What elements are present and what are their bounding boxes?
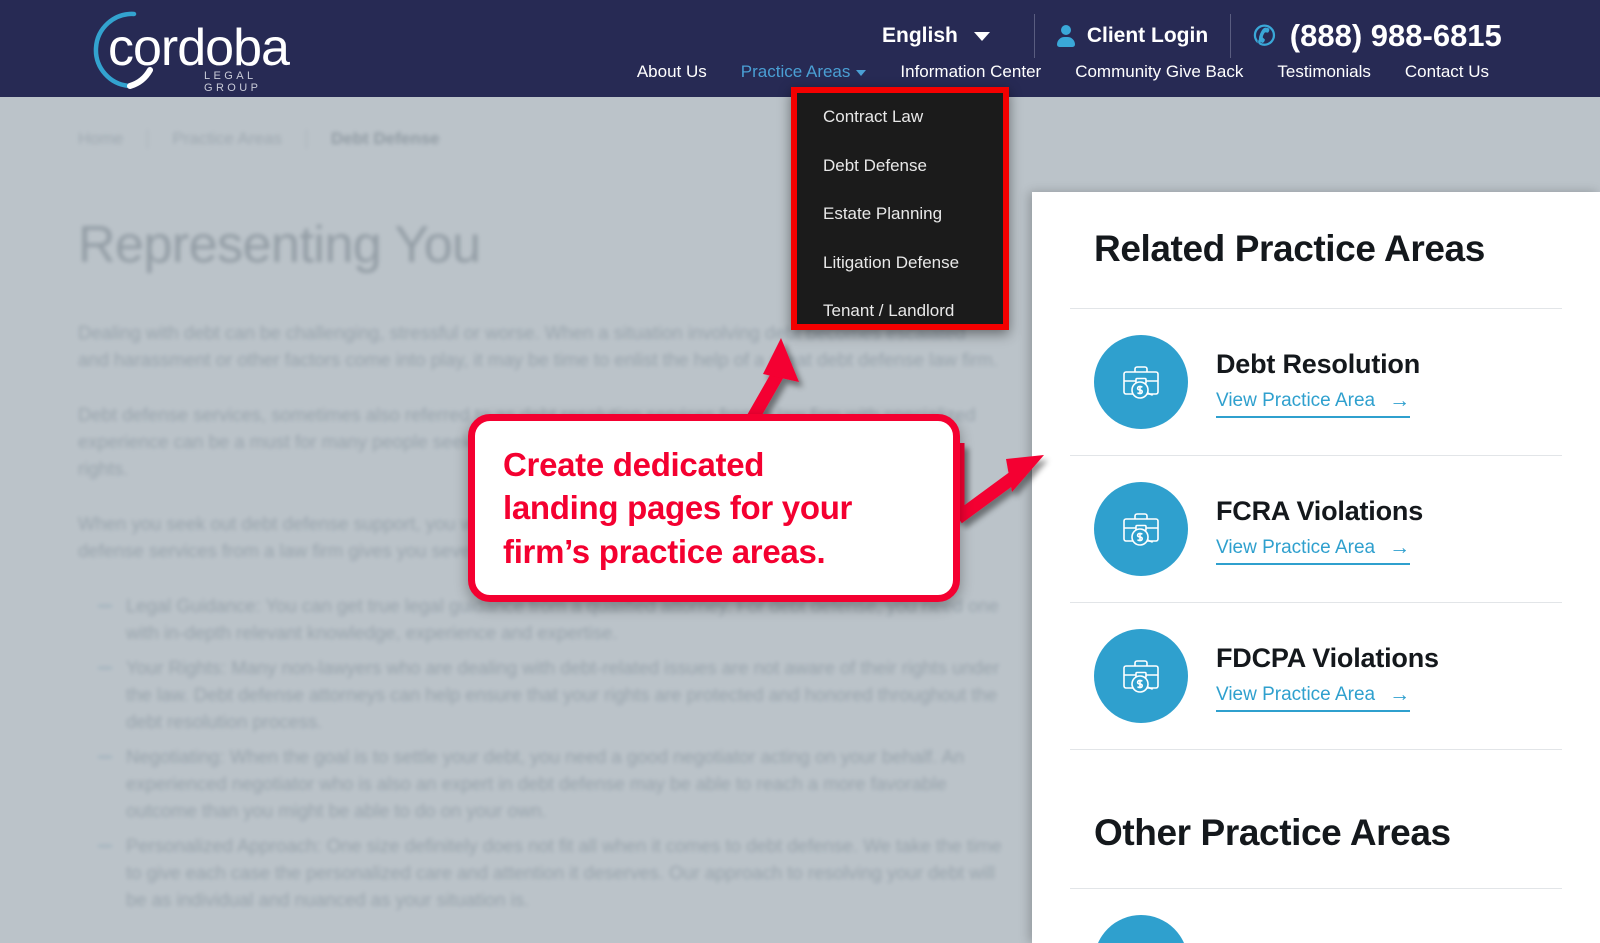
nav-item-practice-areas[interactable]: Practice Areas (724, 62, 884, 82)
annotation-callout: Create dedicated landing pages for your … (468, 414, 960, 602)
chevron-down-icon (973, 31, 990, 41)
view-practice-area-label: View Practice Area (1216, 683, 1376, 705)
related-practice-areas-panel: Related Practice Areas Debt Resolution V… (1032, 192, 1600, 943)
logo[interactable]: cordoba LEGAL GROUP (72, 6, 302, 94)
phone-icon: ✆ (1253, 20, 1276, 51)
dropdown-item-litigation-defense[interactable]: Litigation Defense (797, 239, 1003, 288)
view-practice-area-link[interactable]: View Practice Area → (1216, 389, 1411, 418)
person-icon (1056, 25, 1075, 47)
logo-wordmark: cordoba (108, 19, 290, 77)
practice-area-name: Debt Resolution (1216, 348, 1420, 379)
dropdown-item-debt-defense[interactable]: Debt Defense (797, 142, 1003, 191)
nav-item-community-give-back[interactable]: Community Give Back (1058, 62, 1260, 82)
screenshot-root: Home Practice Areas Debt Defense Represe… (0, 0, 1600, 943)
nav-item-information-center[interactable]: Information Center (883, 62, 1058, 82)
utility-divider (1230, 14, 1232, 58)
language-label: English (882, 24, 958, 47)
callout-line-1: Create dedicated (503, 445, 765, 483)
practice-area-row-fcra-violations[interactable]: FCRA Violations View Practice Area → (1070, 455, 1562, 602)
main-navigation: About Us Practice Areas Information Cent… (620, 62, 1506, 82)
contract-document-icon (1094, 915, 1188, 943)
arrow-right-icon: → (1389, 536, 1411, 559)
callout-line-2: landing pages for your (503, 489, 853, 527)
briefcase-dollar-icon (1094, 482, 1188, 576)
related-practice-areas-title: Related Practice Areas (1094, 228, 1485, 269)
view-practice-area-link[interactable]: View Practice Area → (1216, 536, 1411, 565)
briefcase-dollar-icon (1094, 335, 1188, 429)
phone-number: (888) 988-6815 (1289, 18, 1502, 53)
practice-area-row-contract-law[interactable]: Contract Law (1070, 888, 1562, 943)
dropdown-item-estate-planning[interactable]: Estate Planning (797, 190, 1003, 239)
logo-tagline: LEGAL GROUP (204, 70, 262, 94)
utility-bar: English Client Login ✆ (888) 988-6815 (860, 14, 1502, 58)
client-login-label: Client Login (1086, 24, 1209, 47)
nav-item-testimonials[interactable]: Testimonials (1260, 62, 1388, 82)
view-practice-area-label: View Practice Area (1216, 536, 1376, 558)
nav-item-practice-areas-label: Practice Areas (740, 62, 851, 81)
client-login-button[interactable]: Client Login (1056, 24, 1209, 48)
practice-area-row-fdcpa-violations[interactable]: FDCPA Violations View Practice Area → (1070, 602, 1562, 749)
briefcase-dollar-icon (1094, 629, 1188, 723)
language-selector[interactable]: English (860, 24, 1012, 48)
practice-areas-dropdown[interactable]: Contract Law Debt Defense Estate Plannin… (791, 87, 1009, 330)
view-practice-area-label: View Practice Area (1216, 389, 1376, 411)
arrow-right-icon: → (1389, 683, 1411, 706)
chevron-down-icon (856, 69, 867, 76)
site-header: cordoba LEGAL GROUP English Client Login… (0, 0, 1600, 97)
practice-area-name: FCRA Violations (1216, 495, 1424, 526)
nav-item-about-us[interactable]: About Us (620, 62, 724, 82)
dropdown-item-contract-law[interactable]: Contract Law (797, 93, 1003, 142)
practice-area-row-debt-resolution[interactable]: Debt Resolution View Practice Area → (1070, 308, 1562, 455)
nav-item-contact-us[interactable]: Contact Us (1388, 62, 1506, 82)
utility-divider (1033, 14, 1035, 58)
arrow-right-icon: → (1389, 389, 1411, 412)
view-practice-area-link[interactable]: View Practice Area → (1216, 683, 1411, 712)
phone-link[interactable]: ✆ (888) 988-6815 (1253, 18, 1502, 54)
annotation-callout-text: Create dedicated landing pages for your … (475, 443, 880, 574)
practice-area-name: FDCPA Violations (1216, 642, 1439, 673)
other-practice-areas-title: Other Practice Areas (1094, 812, 1451, 853)
callout-line-3: firm’s practice areas. (503, 532, 826, 570)
dropdown-item-tenant-landlord[interactable]: Tenant / Landlord (797, 287, 1003, 336)
